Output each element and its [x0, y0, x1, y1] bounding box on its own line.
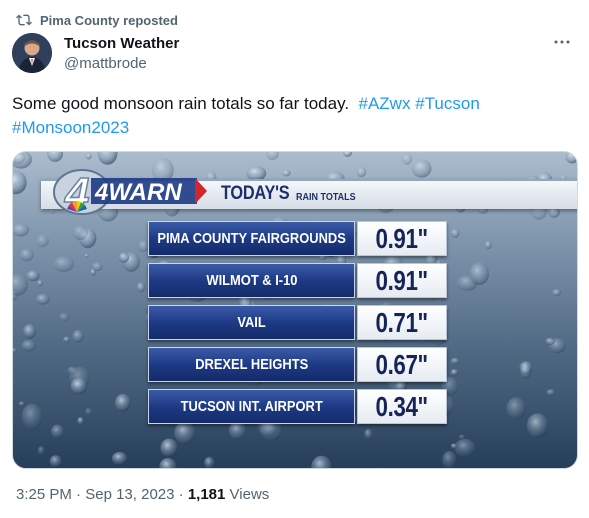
rain-drop — [118, 252, 130, 263]
repost-indicator[interactable]: Pima County reposted — [16, 11, 178, 29]
tweet-image[interactable]: 4 4WARN TODAY'S RAIN TOTALS PIMA COUNTY … — [12, 151, 578, 469]
location-label: PIMA COUNTY FAIRGROUNDS — [148, 221, 355, 256]
rain-drop — [160, 438, 178, 458]
tweet-body: Some good monsoon rain totals so far tod… — [12, 94, 350, 113]
tweet-meta: 3:25 PM · Sep 13, 2023 · 1,181 Views — [16, 485, 269, 505]
location-label: TUCSON INT. AIRPORT — [148, 389, 355, 424]
rain-drop — [204, 456, 215, 468]
rain-drop — [450, 228, 460, 238]
rain-drop — [35, 293, 50, 305]
author-block[interactable]: Tucson Weather @mattbrode — [64, 34, 179, 74]
rain-row: WILMOT & I-10 0.91" — [148, 263, 452, 298]
rain-drop — [552, 289, 562, 297]
tweet-date[interactable]: Sep 13, 2023 — [85, 486, 174, 503]
rain-drop — [442, 450, 457, 468]
rain-drop — [49, 455, 62, 468]
rain-drop — [37, 446, 45, 456]
hashtag-azwx[interactable]: #AZwx — [359, 94, 411, 113]
rain-drop — [115, 393, 131, 412]
rain-drop — [136, 282, 145, 293]
rain-value: 0.91" — [357, 221, 447, 256]
rain-drop — [402, 152, 413, 165]
rain-drop — [21, 339, 37, 352]
avatar[interactable] — [12, 33, 52, 73]
svg-text:4WARN: 4WARN — [94, 179, 182, 206]
rain-drop — [77, 417, 84, 425]
location-label: WILMOT & I-10 — [148, 263, 355, 298]
rain-drop — [91, 262, 103, 272]
tweet-time[interactable]: 3:25 PM — [16, 486, 72, 503]
hashtag-tucson[interactable]: #Tucson — [415, 94, 480, 113]
location-label: VAIL — [148, 305, 355, 340]
rain-drop — [526, 413, 549, 438]
rain-drop — [454, 438, 476, 457]
rain-value: 0.71" — [357, 305, 447, 340]
rain-drop — [364, 428, 373, 440]
rain-drop — [72, 329, 84, 343]
rain-drop — [469, 262, 489, 286]
rain-drop — [26, 270, 40, 282]
rain-drop — [174, 421, 196, 445]
rain-drop — [72, 225, 88, 240]
rain-row: VAIL 0.71" — [148, 305, 452, 340]
rain-drop — [37, 280, 43, 287]
4warn-logo: 4 4WARN — [53, 168, 207, 219]
location-label: DREXEL HEIGHTS — [148, 347, 355, 382]
more-options-icon[interactable] — [550, 34, 574, 50]
graphic-title: TODAY'S — [221, 183, 290, 204]
repost-icon — [16, 12, 32, 28]
rain-drop — [36, 234, 49, 248]
rain-row: TUCSON INT. AIRPORT 0.34" — [148, 389, 452, 424]
rain-drop — [545, 337, 555, 346]
rain-drop — [58, 312, 70, 322]
rain-drop — [282, 169, 291, 177]
rain-drop — [484, 240, 492, 249]
rain-drop — [70, 378, 88, 395]
views-label: Views — [229, 486, 270, 503]
rain-value: 0.67" — [357, 347, 447, 382]
rain-row: PIMA COUNTY FAIRGROUNDS 0.91" — [148, 221, 452, 256]
rain-drop — [546, 389, 556, 396]
repost-label: Pima County reposted — [40, 12, 178, 28]
graphic-subtitle: RAIN TOTALS — [296, 192, 356, 203]
rain-drop — [63, 336, 71, 343]
rain-drop — [451, 443, 457, 449]
rain-drop — [85, 152, 92, 160]
meta-separator: · — [178, 486, 184, 503]
rain-drop — [23, 324, 37, 339]
hashtag-monsoon2023[interactable]: #Monsoon2023 — [12, 118, 129, 137]
rain-drop — [19, 248, 34, 262]
meta-separator: · — [76, 486, 82, 503]
rain-drop — [21, 403, 43, 431]
rain-drop — [520, 365, 532, 379]
rain-drop — [506, 397, 526, 420]
rain-row: DREXEL HEIGHTS 0.67" — [148, 347, 452, 382]
tweet-text: Some good monsoon rain totals so far tod… — [12, 92, 552, 140]
rain-value: 0.34" — [357, 389, 447, 424]
rain-drop — [111, 451, 128, 465]
rain-drop — [50, 424, 65, 439]
rain-drop — [53, 256, 75, 272]
views-count[interactable]: 1,181 — [188, 486, 226, 503]
rain-drop — [84, 253, 89, 258]
rain-drop — [411, 159, 432, 178]
rain-drop — [85, 407, 92, 416]
rain-drop — [18, 401, 25, 406]
rain-value: 0.91" — [357, 263, 447, 298]
author-name[interactable]: Tucson Weather — [64, 34, 179, 53]
rain-drop — [458, 434, 466, 440]
author-handle[interactable]: @mattbrode — [64, 54, 179, 74]
rain-drop — [356, 166, 367, 178]
